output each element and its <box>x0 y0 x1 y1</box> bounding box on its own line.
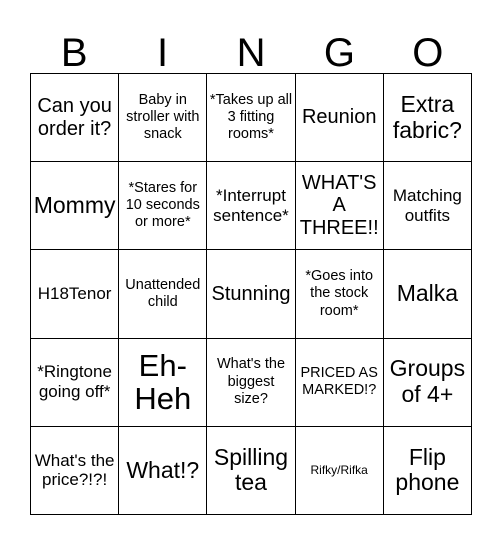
header-letter-n: N <box>236 31 266 75</box>
bingo-cell-label: What's the price?!?! <box>34 450 115 490</box>
bingo-cell[interactable]: Extra fabric? <box>383 74 472 163</box>
bingo-cell[interactable]: Unattended child <box>119 250 208 339</box>
bingo-cell-label: What's the biggest size? <box>216 356 286 407</box>
header-letter-i: I <box>157 31 169 75</box>
bingo-cell[interactable]: Stunning <box>207 250 296 339</box>
bingo-cell[interactable]: *Takes up all 3 fitting rooms* <box>207 74 296 163</box>
header-letter-o: O <box>412 31 444 75</box>
bingo-cell-label: Malka <box>396 280 459 307</box>
bingo-cell-label: Unattended child <box>125 276 201 310</box>
bingo-cell[interactable]: *Stares for 10 seconds or more* <box>119 162 208 251</box>
bingo-cell-label: Extra fabric? <box>392 90 462 143</box>
bingo-cell[interactable]: H18Tenor <box>31 250 120 339</box>
bingo-cell-label: Matching outfits <box>392 186 462 225</box>
bingo-cell-label: Eh-Heh <box>134 347 192 417</box>
bingo-cell[interactable]: *Interrupt sentence* <box>207 162 296 251</box>
bingo-cell[interactable]: Eh-Heh <box>119 338 208 427</box>
bingo-cell[interactable]: WHAT'S A THREE!! <box>295 162 384 251</box>
bingo-cell-label: Groups of 4+ <box>389 355 466 408</box>
bingo-cell-label: What!? <box>126 456 200 483</box>
bingo-cell-label: Reunion <box>301 106 377 129</box>
bingo-cell[interactable]: What's the biggest size? <box>207 338 296 427</box>
bingo-card: B I N G O Can you order it? Baby in stro… <box>0 0 500 544</box>
bingo-cell-label: *Stares for 10 seconds or more* <box>125 179 200 231</box>
bingo-cell[interactable]: Reunion <box>295 74 384 163</box>
bingo-cell[interactable]: Mommy <box>31 162 120 251</box>
bingo-header: B I N G O <box>30 18 472 73</box>
bingo-cell-label: *Interrupt sentence* <box>213 186 289 225</box>
bingo-cell[interactable]: *Ringtone going off* <box>31 338 120 427</box>
bingo-cell-label: Spilling tea <box>213 443 289 496</box>
bingo-cell[interactable]: What!? <box>119 426 208 515</box>
bingo-cell[interactable]: Malka <box>383 250 472 339</box>
bingo-cell-label: H18Tenor <box>37 284 112 304</box>
bingo-cell[interactable]: Groups of 4+ <box>383 338 472 427</box>
bingo-cell[interactable]: Matching outfits <box>383 162 472 251</box>
bingo-cell[interactable]: Rifky/Rifka <box>295 426 384 515</box>
bingo-cell-label: Baby in stroller with snack <box>126 91 200 143</box>
bingo-cell[interactable]: Flip phone <box>383 426 472 515</box>
bingo-cell-label: Flip phone <box>395 443 460 496</box>
bingo-cell-label: PRICED AS MARKED!? <box>300 364 378 399</box>
bingo-cell-label: Rifky/Rifka <box>310 463 368 478</box>
bingo-cell[interactable]: Spilling tea <box>207 426 296 515</box>
header-letter-b: B <box>60 31 88 75</box>
bingo-cell-label: *Ringtone going off* <box>37 362 112 402</box>
bingo-cell[interactable]: PRICED AS MARKED!? <box>295 338 384 427</box>
bingo-cell-label: Stunning <box>211 282 291 305</box>
bingo-cell-label: *Goes into the stock room* <box>305 267 374 319</box>
bingo-cell[interactable]: Baby in stroller with snack <box>119 74 208 163</box>
bingo-cell-label: *Takes up all 3 fitting rooms* <box>209 91 293 143</box>
bingo-cell-label: WHAT'S A THREE!! <box>299 171 379 240</box>
bingo-cell-label: Can you order it? <box>37 94 112 140</box>
bingo-cell[interactable]: *Goes into the stock room* <box>295 250 384 339</box>
bingo-cell[interactable]: What's the price?!?! <box>31 426 120 515</box>
bingo-cell-label: Mommy <box>33 191 116 218</box>
bingo-cell[interactable]: Can you order it? <box>31 74 120 163</box>
header-letter-g: G <box>323 31 355 75</box>
bingo-grid: Can you order it? Baby in stroller with … <box>30 73 472 515</box>
